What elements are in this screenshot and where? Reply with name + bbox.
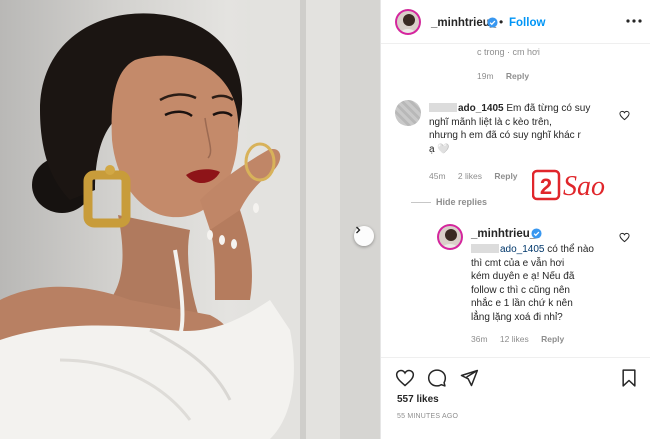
bookmark-icon[interactable] (619, 368, 639, 388)
post-photo (0, 0, 380, 439)
comment-body: ado_1405 Em đã từng có suy nghĩ mãnh liệ… (429, 102, 590, 156)
mention-link[interactable]: ado_1405 (500, 244, 545, 255)
watermark-logo: 2 Sao (531, 168, 624, 202)
reply-line: kém duyên e ạ! Nếu đã (471, 271, 575, 282)
comment-line: nhưng h em đã có suy nghĩ khác r (429, 130, 581, 141)
comment-icon[interactable] (427, 368, 447, 388)
reply-line: follow c thì c cũng nên (471, 284, 570, 296)
comment-line: Em đã từng có suy (506, 103, 591, 114)
reply-avatar[interactable] (437, 224, 463, 250)
commenter-avatar[interactable] (395, 100, 421, 126)
more-options-icon[interactable] (625, 13, 643, 29)
post-side-panel: _minhtrieu_ • Follow c trong · cm hơi 19… (380, 0, 650, 439)
redacted-name (471, 244, 499, 253)
reply-username[interactable]: _minhtrieu_ (471, 228, 536, 240)
post-header: _minhtrieu_ • Follow (381, 0, 650, 44)
post-timestamp: 55 MINUTES AGO (397, 413, 459, 420)
comment-likes[interactable]: 2 likes (458, 171, 482, 181)
comment-time: 19m (477, 71, 494, 81)
reply-like-heart-icon[interactable] (619, 232, 630, 243)
reply-button[interactable]: Reply (494, 171, 517, 181)
reply-line: thì cmt của e vẫn hơi (471, 257, 565, 269)
comment-meta: 45m 2 likes Reply (429, 171, 528, 181)
reply-likes[interactable]: 12 likes (500, 334, 529, 344)
avatar[interactable] (395, 9, 421, 35)
reply-line: nhắc e 1 lần chứ k nên (471, 298, 573, 309)
portrait-illustration (0, 0, 380, 439)
comment-time: 45m (429, 171, 446, 181)
redacted-name (429, 103, 457, 112)
watermark-digit: 2 (540, 174, 552, 199)
next-image-button[interactable] (354, 226, 374, 246)
cut-off-comment-text: c trong · cm hơi (477, 47, 540, 57)
reply-button[interactable]: Reply (506, 71, 529, 81)
heart-icon[interactable] (395, 368, 415, 388)
comment-meta: 19m Reply (477, 71, 539, 81)
next-arrow-icon (356, 226, 361, 234)
reply-meta: 36m 12 likes Reply (471, 334, 574, 344)
comment-line: nghĩ mãnh liệt là c kèo trên, (429, 116, 552, 128)
verified-badge-icon (487, 17, 498, 28)
reply-body: ado_1405 có thể nào thì cmt của e vẫn hơ… (471, 243, 594, 324)
post-action-bar: 557 likes 55 MINUTES AGO (381, 357, 650, 439)
header-separator: • (499, 15, 504, 29)
reply-time: 36m (471, 334, 488, 344)
comment-like-heart-icon[interactable] (619, 110, 630, 121)
comment-line: ạ 🤍 (429, 143, 450, 155)
reply-line: có thể nào (547, 244, 594, 255)
replies-divider (411, 202, 431, 203)
hide-replies-button[interactable]: Hide replies (436, 197, 487, 207)
comment-username[interactable]: ado_1405 (458, 103, 504, 114)
reply-line: lẳng lặng xoá đi nhỉ? (471, 311, 563, 323)
reply-button[interactable]: Reply (541, 334, 564, 344)
share-icon[interactable] (459, 368, 479, 388)
watermark-graphic: 2 Sao (531, 169, 605, 202)
post-likes-count[interactable]: 557 likes (397, 394, 439, 405)
verified-badge-icon (531, 228, 542, 239)
follow-button[interactable]: Follow (509, 17, 545, 29)
watermark-word: Sao (563, 171, 605, 202)
